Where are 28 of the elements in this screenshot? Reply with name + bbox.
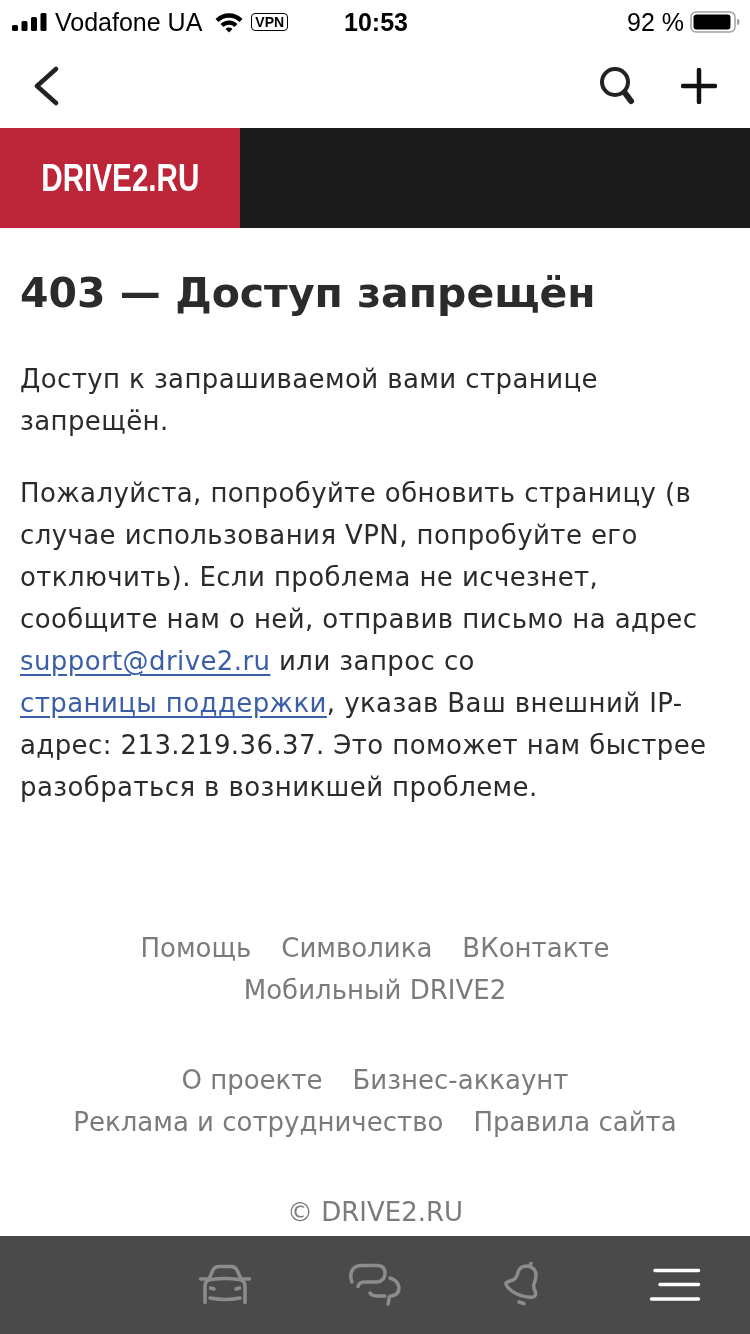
search-icon[interactable] bbox=[599, 66, 635, 106]
intro-paragraph: Доступ к запрашиваемой вами странице запрещён. bbox=[20, 363, 599, 438]
text-link[interactable]: страницы поддержки bbox=[20, 688, 327, 718]
footer-link[interactable]: Помощь bbox=[140, 927, 252, 969]
plus-icon[interactable] bbox=[681, 68, 717, 104]
vpn-badge: VPN bbox=[251, 13, 289, 31]
page-title: 403 — Доступ запрещён bbox=[20, 268, 597, 318]
battery-percent: 92 % bbox=[627, 7, 684, 37]
text-link[interactable]: support@drive2.ru bbox=[20, 646, 271, 676]
car-icon[interactable] bbox=[198, 1264, 252, 1306]
battery-icon bbox=[690, 11, 740, 33]
chat-icon[interactable] bbox=[348, 1263, 402, 1307]
footer-link[interactable]: Реклама и сотрудничество bbox=[73, 1101, 444, 1143]
footer-link[interactable]: ВКонтакте bbox=[462, 927, 610, 969]
footer-link[interactable]: Мобильный DRIVE2 bbox=[243, 969, 507, 1011]
copyright-text: © DRIVE2.RU bbox=[286, 1196, 464, 1229]
carrier-name: Vodafone UA bbox=[55, 7, 203, 37]
footer-link[interactable]: Символика bbox=[281, 927, 433, 969]
footer-link[interactable]: О проекте bbox=[181, 1059, 323, 1101]
menu-icon[interactable] bbox=[649, 1268, 701, 1302]
clock-time: 10:53 bbox=[344, 7, 408, 37]
footer-link[interactable]: Бизнес-аккаунт bbox=[352, 1059, 569, 1101]
site-logo[interactable]: DRIVE2.RU bbox=[0, 128, 240, 228]
signal-icon bbox=[12, 13, 47, 31]
footer-link[interactable]: Правила сайта bbox=[473, 1101, 677, 1143]
wifi-icon bbox=[214, 11, 245, 33]
details-paragraph: Пожалуйста, попробуйте обновить страницу (в случае использования VPN, попробуйте его отключить). Если проблема не исчезнет, сообщите нам о ней, отправив письмо на адрес support@drive2.ru или запрос со страницы поддержки, указав Ваш внешний IP-адрес: 213.219.36.37. Это поможет нам быстрее разобраться в возникшей проблеме. bbox=[20, 477, 708, 804]
back-icon[interactable] bbox=[33, 66, 59, 106]
